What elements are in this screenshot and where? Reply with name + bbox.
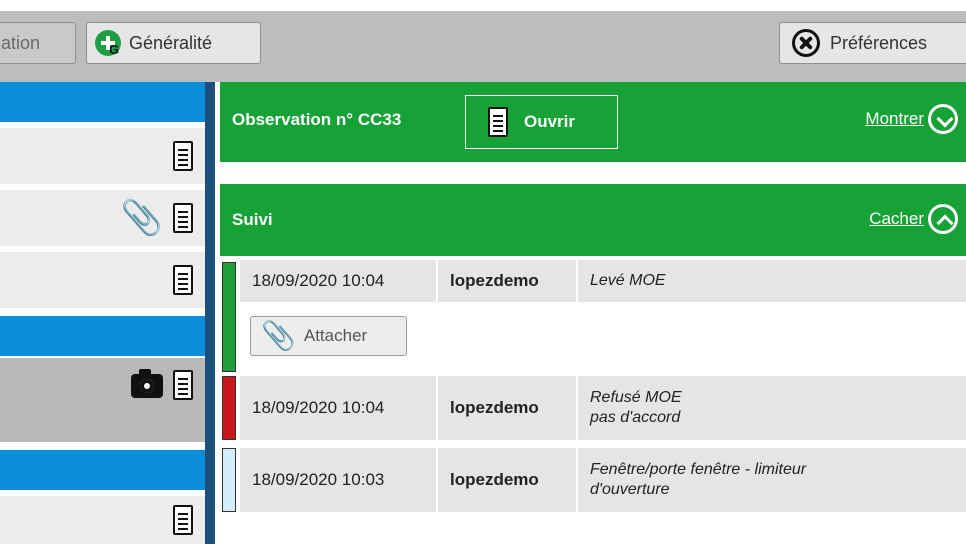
toolbar-button-partial-label: ation <box>1 32 41 53</box>
observation-title: Observation n° CC33 <box>232 110 402 129</box>
left-panel: 📎 <box>0 82 205 544</box>
chevron-up-icon <box>928 204 958 234</box>
show-toggle[interactable]: Montrer <box>865 104 958 134</box>
left-group-header[interactable] <box>0 82 205 122</box>
attach-button[interactable]: 📎 Attacher <box>250 316 407 356</box>
panel-separator[interactable] <box>205 82 215 544</box>
left-list-item[interactable] <box>0 496 205 544</box>
document-icon <box>488 107 508 137</box>
tools-icon <box>792 29 820 57</box>
preferences-label: Préférences <box>830 32 928 53</box>
entry-note: Fenêtre/porte fenêtre - limiteur d'ouver… <box>578 448 966 512</box>
camera-icon <box>131 369 163 398</box>
hide-toggle[interactable]: Cacher <box>869 204 958 234</box>
generalite-label: Généralité <box>129 32 213 53</box>
main-panel: Observation n° CC33 Ouvrir Montrer Suivi… <box>215 82 966 544</box>
entry-user: lopezdemo <box>438 376 576 440</box>
chevron-down-icon <box>928 104 958 134</box>
suivi-entry: 18/09/2020 10:04 lopezdemo Levé MOE 📎 At… <box>220 260 966 372</box>
open-button[interactable]: Ouvrir <box>465 95 618 149</box>
toolbar-button-partial[interactable]: ation <box>0 22 76 64</box>
status-marker <box>222 262 236 372</box>
suivi-title: Suivi <box>232 210 273 229</box>
preferences-button[interactable]: Préférences <box>779 22 966 64</box>
entry-date: 18/09/2020 10:04 <box>240 260 436 302</box>
left-list-item[interactable]: 📎 <box>0 190 205 246</box>
show-label: Montrer <box>865 109 924 128</box>
entry-note: Refusé MOE pas d'accord <box>578 376 966 440</box>
left-list-item[interactable] <box>0 252 205 308</box>
document-icon[interactable] <box>173 370 193 400</box>
attach-label: Attacher <box>303 326 368 345</box>
generalite-button[interactable]: G Généralité <box>86 22 261 64</box>
paperclip-icon: 📎 <box>261 320 296 351</box>
document-icon[interactable] <box>173 505 193 535</box>
entry-note: Levé MOE <box>578 260 966 302</box>
left-list-item-selected[interactable] <box>0 358 205 442</box>
left-group-header[interactable] <box>0 450 205 490</box>
suivi-entry: 18/09/2020 10:03 lopezdemo Fenêtre/porte… <box>220 448 966 512</box>
paperclip-icon: 📎 <box>120 199 163 237</box>
open-label: Ouvrir <box>524 112 576 131</box>
suivi-entry: 18/09/2020 10:04 lopezdemo Refusé MOE pa… <box>220 376 966 440</box>
document-icon[interactable] <box>173 141 193 171</box>
entry-date: 18/09/2020 10:04 <box>240 376 436 440</box>
left-list-item[interactable] <box>0 128 205 184</box>
hide-label: Cacher <box>869 209 924 228</box>
observation-header: Observation n° CC33 Ouvrir Montrer <box>220 82 966 162</box>
left-group-header[interactable] <box>0 316 205 356</box>
status-marker <box>222 376 236 440</box>
suivi-header: Suivi Cacher <box>220 184 966 256</box>
entry-user: lopezdemo <box>438 448 576 512</box>
status-marker <box>222 448 236 512</box>
add-plus-icon: G <box>95 30 121 57</box>
entry-date: 18/09/2020 10:03 <box>240 448 436 512</box>
document-icon[interactable] <box>173 203 193 233</box>
toolbar: ation G Généralité Préférences <box>0 0 966 82</box>
document-icon[interactable] <box>173 265 193 295</box>
entry-user: lopezdemo <box>438 260 576 302</box>
general-badge: G <box>109 42 120 57</box>
